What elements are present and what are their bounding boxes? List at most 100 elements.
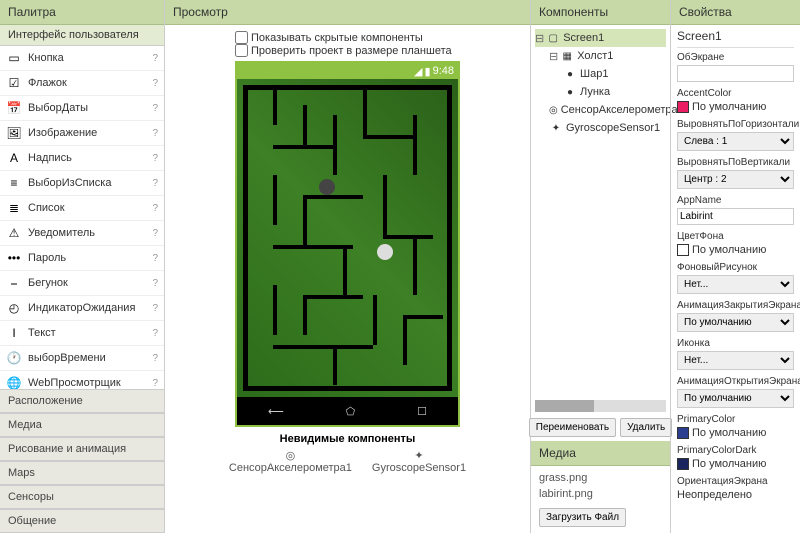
palette-item[interactable]: I Текст? (0, 321, 164, 346)
home-icon[interactable]: ⬠ (346, 405, 356, 418)
palette-item-label: выборВремени (28, 352, 152, 364)
component-icon: 📅 (6, 100, 22, 116)
component-icon: ⎯ (6, 275, 22, 291)
tablet-size-checkbox[interactable] (235, 44, 248, 57)
palette-item[interactable]: ≣ Список? (0, 196, 164, 221)
tree-node-gyro[interactable]: ✦GyroscopeSensor1 (535, 119, 666, 137)
media-title: Медиа (531, 441, 670, 466)
palette-item[interactable]: 📅ВыборДаты? (0, 96, 164, 121)
palette-category[interactable]: Maps (0, 461, 164, 485)
component-icon: I (6, 325, 22, 341)
palette-item[interactable]: ◴ИндикаторОжидания? (0, 296, 164, 321)
help-icon[interactable]: ? (152, 178, 158, 189)
palette-category[interactable]: Расположение (0, 389, 164, 413)
palette-item-label: Список (28, 202, 152, 214)
color-swatch-icon[interactable] (677, 244, 689, 256)
component-icon: 🌐 (6, 375, 22, 389)
palette-category[interactable]: Медиа (0, 413, 164, 437)
palette-item-label: Кнопка (28, 52, 152, 64)
horizontal-scrollbar[interactable] (535, 400, 666, 412)
recent-icon[interactable]: ☐ (417, 405, 427, 418)
tree-node-ball[interactable]: ●Шар1 (535, 65, 666, 83)
help-icon[interactable]: ? (152, 353, 158, 364)
help-icon[interactable]: ? (152, 153, 158, 164)
component-tree: ⊟▢Screen1 ⊟▦Холст1 ●Шар1 ●Лунка ◎СенсорА… (531, 25, 670, 398)
invisible-item-label: GyroscopeSensor1 (372, 462, 466, 474)
bgimage-select[interactable]: Нет... (677, 275, 794, 294)
icon-select[interactable]: Нет... (677, 351, 794, 370)
tree-node-screen[interactable]: ⊟▢Screen1 (535, 29, 666, 47)
palette-item-label: Изображение (28, 127, 152, 139)
media-file[interactable]: labirint.png (539, 486, 662, 502)
valign-select[interactable]: Центр : 2 (677, 170, 794, 189)
about-input[interactable] (677, 65, 794, 82)
color-swatch-icon[interactable] (677, 427, 689, 439)
maze-icon (243, 85, 452, 391)
help-icon[interactable]: ? (152, 128, 158, 139)
palette-item-label: Надпись (28, 152, 152, 164)
palette-item-label: Флажок (28, 77, 152, 89)
palette-item[interactable]: •••Пароль? (0, 246, 164, 271)
help-icon[interactable]: ? (152, 78, 158, 89)
palette-items: ▭Кнопка?☑Флажок?📅ВыборДаты?🖼Изображение?… (0, 46, 164, 389)
help-icon[interactable]: ? (152, 278, 158, 289)
palette-panel: Палитра Интерфейс пользователя ▭Кнопка?☑… (0, 0, 165, 533)
help-icon[interactable]: ? (152, 303, 158, 314)
palette-item-label: ИндикаторОжидания (28, 302, 152, 314)
palette-item[interactable]: ⚠Уведомитель? (0, 221, 164, 246)
ball-icon: ● (563, 85, 577, 99)
tree-node-canvas[interactable]: ⊟▦Холст1 (535, 47, 666, 65)
palette-item[interactable]: ⎯Бегунок? (0, 271, 164, 296)
rename-button[interactable]: Переименовать (529, 418, 616, 437)
media-file[interactable]: grass.png (539, 470, 662, 486)
color-swatch-icon[interactable] (677, 458, 689, 470)
palette-item[interactable]: 🌐WebПросмотрщик? (0, 371, 164, 389)
canvas-preview (237, 79, 458, 397)
upload-button[interactable]: Загрузить Файл (539, 508, 626, 527)
palette-category[interactable]: Общение (0, 509, 164, 533)
help-icon[interactable]: ? (152, 378, 158, 389)
components-panel: Компоненты ⊟▢Screen1 ⊟▦Холст1 ●Шар1 ●Лун… (530, 0, 670, 533)
help-icon[interactable]: ? (152, 228, 158, 239)
back-icon[interactable]: ⟵ (268, 405, 284, 418)
gyro-icon: ✦ (549, 121, 563, 135)
about-label: ОбЭкране (677, 52, 794, 63)
viewer-panel: Просмотр Показывать скрытые компоненты П… (165, 0, 530, 533)
palette-item[interactable]: ▭Кнопка? (0, 46, 164, 71)
palette-category[interactable]: Сенсоры (0, 485, 164, 509)
primary-label: PrimaryColor (677, 414, 794, 425)
closeanim-select[interactable]: По умолчанию (677, 313, 794, 332)
primarydark-label: PrimaryColorDark (677, 445, 794, 456)
ball-icon: ● (563, 67, 577, 81)
tree-node-hole[interactable]: ●Лунка (535, 83, 666, 101)
component-icon: ☑ (6, 75, 22, 91)
help-icon[interactable]: ? (152, 328, 158, 339)
palette-section[interactable]: Интерфейс пользователя (0, 25, 164, 46)
help-icon[interactable]: ? (152, 103, 158, 114)
show-hidden-checkbox[interactable] (235, 31, 248, 44)
tree-node-accel[interactable]: ◎СенсорАкселерометра1 (535, 101, 666, 119)
component-icon: ≡ (6, 175, 22, 191)
accel-icon: ◎ (549, 103, 558, 117)
component-icon: ≣ (6, 200, 22, 216)
palette-item-label: Текст (28, 327, 152, 339)
palette-item[interactable]: AНадпись? (0, 146, 164, 171)
palette-item[interactable]: ≡ВыборИзСписка? (0, 171, 164, 196)
valign-label: ВыровнятьПоВертикали (677, 157, 794, 168)
appname-input[interactable] (677, 208, 794, 225)
color-swatch-icon[interactable] (677, 101, 689, 113)
palette-item[interactable]: 🕐выборВремени? (0, 346, 164, 371)
palette-item[interactable]: 🖼Изображение? (0, 121, 164, 146)
palette-category[interactable]: Рисование и анимация (0, 437, 164, 461)
help-icon[interactable]: ? (152, 203, 158, 214)
component-icon: ••• (6, 250, 22, 266)
help-icon[interactable]: ? (152, 253, 158, 264)
ball-dark-icon (319, 179, 335, 195)
halign-select[interactable]: Слева : 1 (677, 132, 794, 151)
bgimage-label: ФоновыйРисунок (677, 262, 794, 273)
delete-button[interactable]: Удалить (620, 418, 672, 437)
openanim-select[interactable]: По умолчанию (677, 389, 794, 408)
component-icon: ⚠ (6, 225, 22, 241)
palette-item[interactable]: ☑ Флажок? (0, 71, 164, 96)
help-icon[interactable]: ? (152, 53, 158, 64)
